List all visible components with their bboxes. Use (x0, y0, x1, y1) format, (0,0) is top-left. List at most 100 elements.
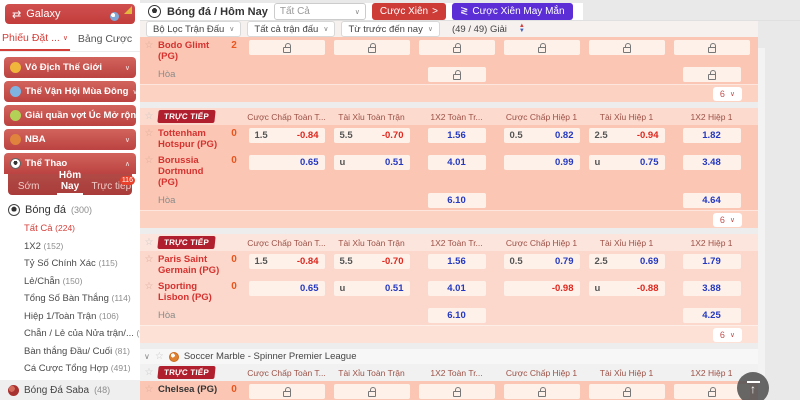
odds-box[interactable]: 4.25 (682, 308, 741, 323)
subtab-som[interactable]: Sớm (8, 181, 49, 195)
star-icon[interactable]: ☆ (140, 281, 158, 293)
locked-odds-box[interactable] (248, 40, 325, 55)
star-icon[interactable]: ☆ (140, 128, 158, 140)
odds-cell: 0.65 (244, 155, 329, 170)
handicap-odds-box[interactable]: u -0.88 (588, 281, 665, 296)
filter-dropdown-time-range[interactable]: Từ trước đến nay ∨ (341, 21, 440, 37)
handicap-odds-box[interactable]: 2.5 0.69 (588, 254, 665, 269)
handicap-odds-box[interactable]: 2.5 -0.94 (588, 128, 665, 143)
handicap-odds-box[interactable]: 0.65 (248, 155, 325, 170)
odds-box[interactable]: 3.88 (682, 281, 741, 296)
odds-value: -0.70 (381, 256, 404, 267)
locked-odds-box[interactable] (418, 40, 495, 55)
handicap-odds-box[interactable]: u 0.51 (333, 155, 410, 170)
odds-value: -0.94 (636, 130, 659, 141)
scrollbar[interactable] (758, 48, 765, 400)
sidebar-item-australian-open[interactable]: Giải quần vợt Úc Mở rộng∨ (4, 105, 136, 126)
locked-odds-box[interactable] (673, 40, 750, 55)
locked-odds-box[interactable] (333, 40, 410, 55)
logo-bar[interactable]: ⇄ Galaxy (5, 4, 135, 24)
more-markets-button[interactable]: 6 ∨ (712, 327, 742, 342)
bet-type-item[interactable]: Hiệp 1/Toàn Trận (106) (0, 308, 140, 326)
team-name: Bodo Glimt (PG) (158, 40, 210, 62)
locked-odds-box[interactable] (503, 40, 580, 55)
star-icon[interactable]: ☆ (140, 40, 158, 52)
odds-box[interactable]: 1.82 (682, 128, 741, 143)
handicap-odds-box[interactable]: -0.98 (503, 281, 580, 296)
locked-odds-box[interactable] (503, 384, 580, 399)
locked-odds-box[interactable] (588, 384, 665, 399)
filter-dropdown-match-filter[interactable]: Bộ Lọc Trận Đấu ∨ (146, 21, 242, 37)
star-icon[interactable]: ☆ (140, 155, 158, 167)
odds-box[interactable]: 6.10 (427, 308, 486, 323)
parlay-button[interactable]: Cược Xiên > (371, 3, 446, 20)
filter-dropdown-all-matches[interactable]: Tất cả trận đấu ∨ (247, 21, 336, 37)
tab-bet-slip[interactable]: Phiếu Đặt ... ∨ (0, 27, 70, 51)
handicap-odds-box[interactable]: 5.5 -0.70 (333, 254, 410, 269)
odds-box[interactable]: 3.48 (682, 155, 741, 170)
more-markets-button[interactable]: 6 ∨ (712, 86, 742, 101)
bet-type-item[interactable]: Bàn thắng Đầu/ Cuối (81) (0, 343, 140, 361)
bet-type-item[interactable]: Chẵn / Lẻ của Nửa trận/... (99) (0, 325, 140, 343)
sport-header[interactable]: Bóng đá (300) (0, 201, 140, 220)
column-header: 1X2 Toàn Tr... (430, 237, 483, 248)
odds-box[interactable]: 6.10 (427, 193, 486, 208)
odds-value: 0.51 (385, 283, 404, 294)
star-icon[interactable]: ☆ (140, 384, 158, 396)
locked-odds-box[interactable] (418, 384, 495, 399)
sidebar-item-saba[interactable]: Bóng Đá Saba (48) (0, 380, 140, 400)
odds-box[interactable]: 4.01 (427, 155, 486, 170)
odds-cell: 3.88 (669, 281, 754, 296)
handicap-odds-box[interactable]: 5.5 -0.70 (333, 128, 410, 143)
more-markets-button[interactable]: 6 ∨ (712, 212, 742, 227)
chevron-down-icon: ∨ (124, 136, 130, 144)
locked-odds-box[interactable] (333, 384, 410, 399)
chevron-down-icon[interactable]: ∨ (144, 352, 150, 361)
star-icon[interactable]: ☆ (140, 254, 158, 266)
handicap-odds-box[interactable]: u 0.75 (588, 155, 665, 170)
odds-box[interactable]: 4.01 (427, 281, 486, 296)
odds-cell: 5.5 -0.70 (329, 128, 414, 143)
locked-odds-box[interactable] (588, 40, 665, 55)
lucky-parlay-button[interactable]: ≷ Cược Xiên May Mắn (451, 3, 573, 20)
star-icon[interactable]: ☆ (140, 111, 158, 123)
bet-type-item[interactable]: Tất Cả (224) (0, 220, 140, 238)
bet-type-count: (114) (111, 293, 131, 303)
locked-odds-box[interactable] (248, 384, 325, 399)
odds-box[interactable]: 1.56 (427, 254, 486, 269)
column-header: Cược Chấp Toàn T... (247, 237, 326, 248)
handicap-odds-box[interactable]: 0.5 0.79 (503, 254, 580, 269)
star-icon[interactable]: ☆ (155, 351, 164, 362)
odds-box[interactable]: 1.79 (682, 254, 741, 269)
league-select[interactable]: Tất Cả ∨ (273, 3, 366, 20)
column-header: Tài Xỉu Hiệp 1 (599, 111, 654, 122)
handicap-odds-box[interactable]: 0.5 0.82 (503, 128, 580, 143)
sidebar-item-winter-games[interactable]: Thế Vận Hội Mùa Đông ∨ (4, 81, 136, 102)
scroll-to-top-button[interactable]: ↑ (737, 372, 769, 400)
star-icon[interactable]: ☆ (140, 367, 158, 379)
locked-odds-box[interactable] (427, 67, 486, 82)
handicap-odds-box[interactable]: 1.5 -0.84 (248, 128, 325, 143)
tab-bet-board[interactable]: Bảng Cược (70, 27, 140, 51)
sidebar-item-world-cup[interactable]: Vô Địch Thế Giới ∨ (4, 57, 136, 78)
odds-value: -0.88 (636, 283, 659, 294)
odds-box[interactable]: 4.64 (682, 193, 741, 208)
subtab-truc-tiep[interactable]: Trực tiếp 116 (91, 176, 135, 195)
bet-type-item[interactable]: 1X2 (152) (0, 238, 140, 256)
subtab-hom-nay[interactable]: Hôm Nay (49, 170, 90, 195)
bet-type-item[interactable]: Tỷ Số Chính Xác (115) (0, 255, 140, 273)
handicap-odds-box[interactable]: 1.5 -0.84 (248, 254, 325, 269)
star-icon[interactable]: ☆ (140, 237, 158, 249)
bet-type-item[interactable]: Tổng Số Bàn Thắng (114) (0, 290, 140, 308)
bet-type-item[interactable]: Cá Cược Tổng Hợp (491) (0, 360, 140, 378)
sort-icon[interactable]: ▲ ▼ (519, 23, 525, 34)
handicap-odds-box[interactable]: 0.99 (503, 155, 580, 170)
odds-box[interactable]: 1.56 (427, 128, 486, 143)
bet-type-item[interactable]: Lẻ/Chẵn (150) (0, 273, 140, 291)
lock-icon (707, 386, 716, 397)
handicap-odds-box[interactable]: u 0.51 (333, 281, 410, 296)
draw-label: Hòa (158, 69, 176, 80)
sidebar-item-nba[interactable]: NBA ∨ (4, 129, 136, 150)
handicap-odds-box[interactable]: 0.65 (248, 281, 325, 296)
locked-odds-box[interactable] (682, 67, 741, 82)
